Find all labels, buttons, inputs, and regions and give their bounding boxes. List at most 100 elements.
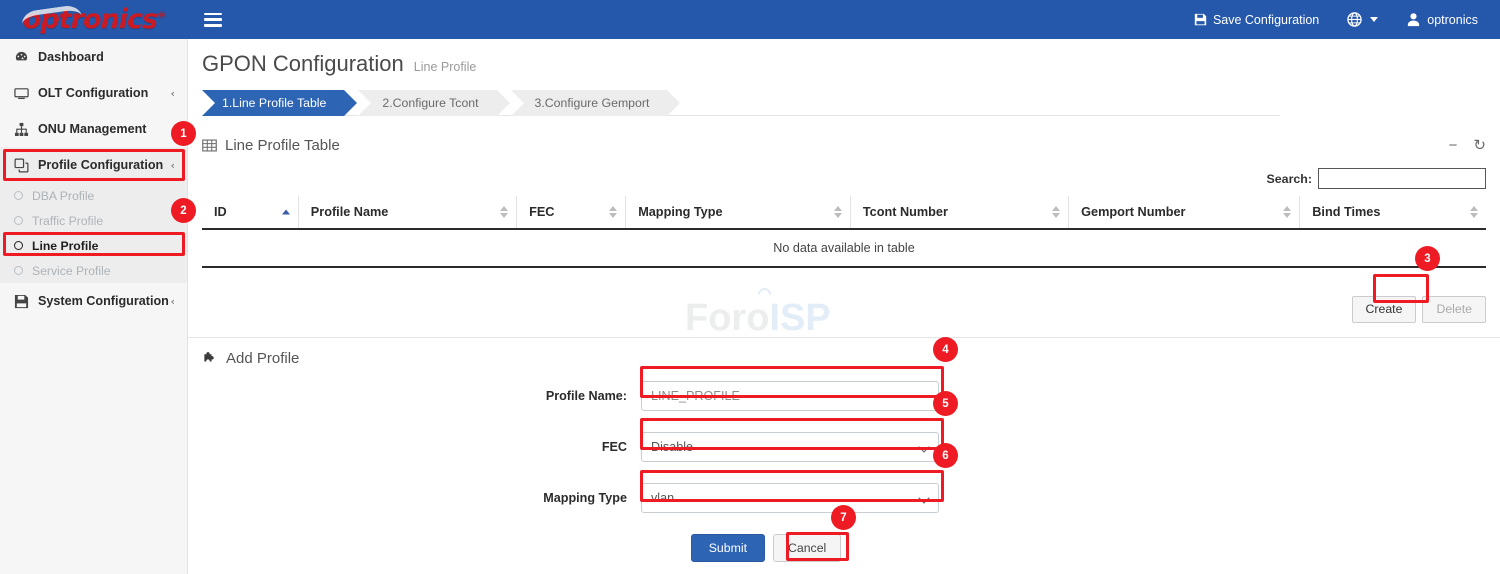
cancel-button[interactable]: Cancel <box>773 534 841 562</box>
brand-logo[interactable]: optronics® <box>0 0 188 39</box>
dashboard-icon <box>12 50 30 65</box>
column-header-bind-times[interactable]: Bind Times <box>1300 196 1486 229</box>
sidebar-item-label: Profile Configuration <box>38 158 163 172</box>
sidebar-item-label: System Configuration <box>38 294 169 308</box>
chevron-down-icon <box>1370 17 1378 22</box>
sidebar: Dashboard OLT Configuration ‹ ONU Manage… <box>0 39 188 574</box>
sidebar-item-dba-profile[interactable]: DBA Profile <box>0 183 187 208</box>
column-header-label: Mapping Type <box>638 205 722 219</box>
column-header-label: Bind Times <box>1312 205 1380 219</box>
sidebar-item-system-configuration[interactable]: System Configuration ‹ <box>0 283 187 319</box>
sidebar-item-line-profile[interactable]: Line Profile <box>0 233 187 258</box>
sort-icon <box>834 206 842 218</box>
fec-select[interactable]: Disable <box>641 432 939 462</box>
field-row-mapping-type: Mapping Type vlan <box>188 483 1500 513</box>
sidebar-item-dashboard[interactable]: Dashboard <box>0 39 187 75</box>
header-right-group: Save Configuration optronics <box>1180 0 1500 39</box>
save-icon <box>12 294 30 309</box>
sidebar-item-profile-configuration[interactable]: Profile Configuration ‹ <box>0 147 187 183</box>
sort-icon <box>1283 206 1291 218</box>
table-action-buttons: Create Delete <box>202 296 1486 323</box>
add-profile-header: Add Profile <box>202 350 1500 367</box>
table-icon <box>202 138 217 153</box>
circle-bullet-icon <box>14 191 23 200</box>
add-profile-form: Profile Name: FEC Disable Mapping Type <box>188 381 1500 562</box>
column-header-profile-name[interactable]: Profile Name <box>298 196 516 229</box>
panel-title: Line Profile Table <box>202 137 340 154</box>
hamburger-icon[interactable] <box>204 13 222 27</box>
circle-bullet-icon <box>14 266 23 275</box>
top-header: optronics® Save Configuration <box>0 0 1500 39</box>
column-header-label: FEC <box>529 205 554 219</box>
table-body: No data available in table <box>202 229 1486 267</box>
page-title: GPON Configuration <box>202 51 404 77</box>
page-header: GPON Configuration Line Profile <box>188 39 1500 77</box>
sidebar-item-service-profile[interactable]: Service Profile <box>0 258 187 283</box>
sort-icon <box>1470 206 1478 218</box>
wizard-step-3[interactable]: 3.Configure Gemport <box>511 90 668 116</box>
wizard-step-label: 3.Configure Gemport <box>535 96 650 110</box>
sitemap-icon <box>12 122 30 137</box>
line-profile-table: ID Profile Name FEC Mapping Type <box>202 196 1486 268</box>
wizard-steps: 1.Line Profile Table 2.Configure Tcont 3… <box>202 90 1280 116</box>
column-header-id[interactable]: ID <box>202 196 298 229</box>
column-header-label: Profile Name <box>311 205 389 219</box>
sidebar-subitem-label: Line Profile <box>32 239 98 253</box>
sidebar-item-label: OLT Configuration <box>38 86 148 100</box>
table-header-row: ID Profile Name FEC Mapping Type <box>202 196 1486 229</box>
search-label: Search: <box>1267 172 1312 186</box>
globe-icon <box>1347 12 1362 27</box>
chevron-left-icon: ‹ <box>170 87 175 100</box>
sidebar-item-olt-configuration[interactable]: OLT Configuration ‹ <box>0 75 187 111</box>
fec-label: FEC <box>188 440 641 454</box>
sort-icon <box>500 206 508 218</box>
column-header-label: Tcont Number <box>863 205 948 219</box>
create-button[interactable]: Create <box>1352 296 1417 323</box>
table-empty-row: No data available in table <box>202 229 1486 267</box>
column-header-gemport-number[interactable]: Gemport Number <box>1069 196 1300 229</box>
chevron-left-icon: ‹ <box>170 123 175 136</box>
panel-tools: − ↻ <box>1449 138 1486 153</box>
panel-header: Line Profile Table − ↻ <box>202 130 1486 160</box>
form-action-buttons: Submit Cancel <box>188 534 1500 562</box>
sidebar-item-label: ONU Management <box>38 122 146 136</box>
minus-icon[interactable]: − <box>1449 138 1458 153</box>
circle-bullet-icon <box>14 241 23 250</box>
mapping-type-select[interactable]: vlan <box>641 483 939 513</box>
wizard-step-label: 1.Line Profile Table <box>222 96 326 110</box>
column-header-label: Gemport Number <box>1081 205 1185 219</box>
chevron-left-icon: ‹ <box>170 159 175 172</box>
refresh-icon[interactable]: ↻ <box>1473 138 1486 153</box>
column-header-label: ID <box>214 205 227 219</box>
app-root: optronics® Save Configuration <box>0 0 1500 574</box>
user-name-label: optronics <box>1427 13 1478 27</box>
mapping-type-label: Mapping Type <box>188 491 641 505</box>
save-configuration-label: Save Configuration <box>1213 13 1319 27</box>
wizard-step-2[interactable]: 2.Configure Tcont <box>358 90 496 116</box>
chevron-left-icon: ‹ <box>170 295 175 308</box>
delete-button: Delete <box>1422 296 1486 323</box>
search-input[interactable] <box>1318 168 1486 189</box>
column-header-mapping-type[interactable]: Mapping Type <box>626 196 851 229</box>
sort-icon <box>1052 206 1060 218</box>
sidebar-item-traffic-profile[interactable]: Traffic Profile <box>0 208 187 233</box>
profile-name-input[interactable] <box>641 381 939 411</box>
language-selector[interactable] <box>1333 0 1392 39</box>
column-header-tcont-number[interactable]: Tcont Number <box>850 196 1068 229</box>
sidebar-subitem-label: Traffic Profile <box>32 214 103 228</box>
user-menu[interactable]: optronics <box>1392 0 1500 39</box>
sidebar-item-label: Dashboard <box>38 50 104 64</box>
puzzle-icon <box>202 351 217 366</box>
sidebar-item-onu-management[interactable]: ONU Management ‹ <box>0 111 187 147</box>
save-configuration-button[interactable]: Save Configuration <box>1180 0 1333 39</box>
wizard-step-1[interactable]: 1.Line Profile Table <box>202 90 344 116</box>
sort-icon <box>609 206 617 218</box>
circle-bullet-icon <box>14 216 23 225</box>
column-header-fec[interactable]: FEC <box>517 196 626 229</box>
section-divider <box>188 337 1500 338</box>
main-content: GPON Configuration Line Profile 1.Line P… <box>188 39 1500 574</box>
sidebar-subitem-label: Service Profile <box>32 264 111 278</box>
wizard-step-label: 2.Configure Tcont <box>382 96 478 110</box>
profile-name-label: Profile Name: <box>188 389 641 403</box>
submit-button[interactable]: Submit <box>691 534 765 562</box>
